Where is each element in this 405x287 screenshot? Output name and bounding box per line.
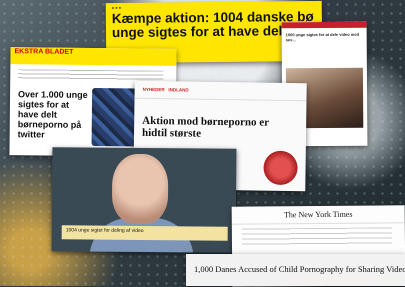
- text-lines: [18, 69, 164, 81]
- nav-section: NYHEDER: [142, 86, 165, 93]
- reporter-face: [111, 153, 169, 225]
- tabloid-brand: EKSTRA BLADET: [14, 48, 74, 56]
- nyt-text-lines: [241, 227, 392, 247]
- tv-video-frame: 1004 unge sigtet for deling af video: [51, 147, 237, 253]
- tabloid-masthead: EKSTRA BLADET: [10, 47, 177, 66]
- nyt-headline: 1,000 Danes Accused of Child Pornography…: [194, 264, 405, 274]
- nyt-masthead: The New York Times: [231, 205, 405, 225]
- nav-subsection: INDLAND: [168, 87, 189, 93]
- tabloid-headline: Over 1.000 unge sigtes for at have delt …: [17, 89, 88, 140]
- right-article-title: 1000 unge sigtes for at dele video med s…: [285, 31, 360, 43]
- red-graphic: [263, 150, 298, 186]
- news-ticker: 1004 unge sigtet for deling af video: [61, 225, 228, 241]
- article-headline-line1: Aktion mod børneporno er: [142, 114, 270, 129]
- nyt-headline-strip: 1,000 Danes Accused of Child Pornography…: [186, 254, 405, 286]
- article-headline-line2: hidtil største: [141, 126, 202, 140]
- article-nav: NYHEDER INDLAND: [134, 80, 307, 102]
